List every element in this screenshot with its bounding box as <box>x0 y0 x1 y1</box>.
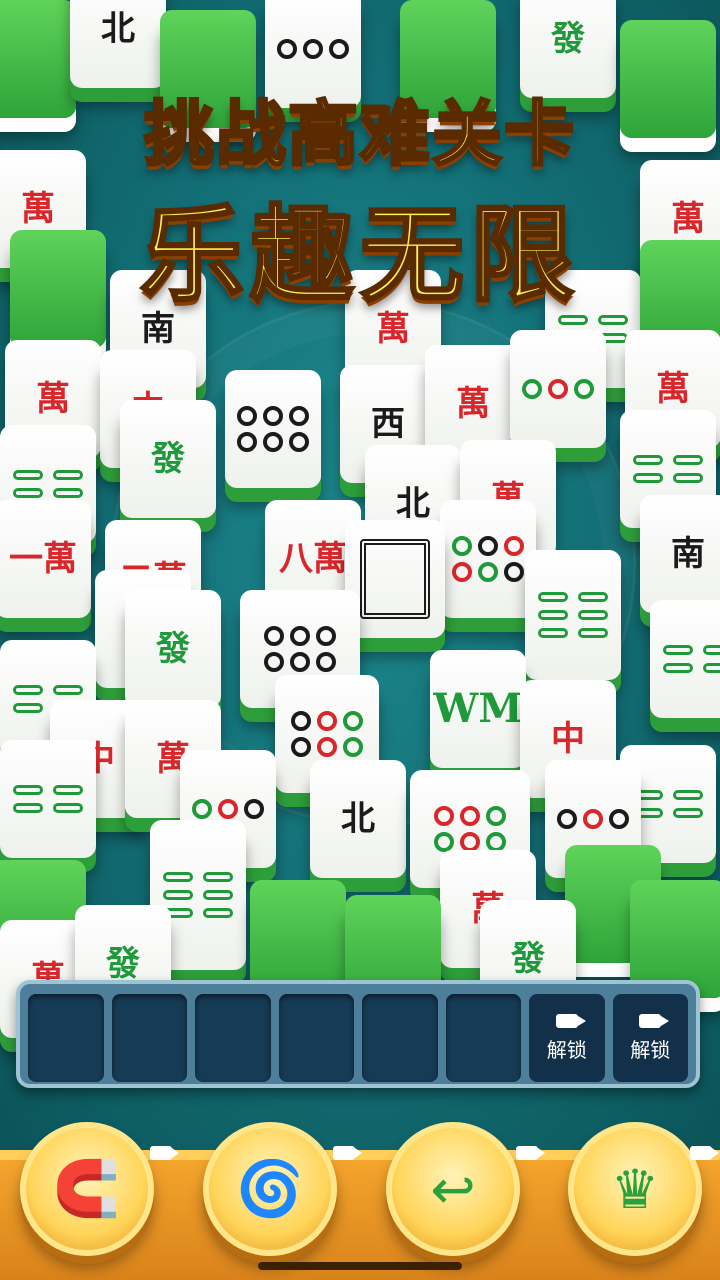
unlock-slot-button[interactable]: 解锁 <box>529 994 605 1082</box>
pinwheel-icon: 🌀 <box>236 1157 304 1220</box>
tile[interactable]: 北 <box>70 0 166 88</box>
tile-glyph: 萬 <box>456 384 490 424</box>
undo-powerup-button[interactable]: ↩ <box>386 1122 520 1256</box>
tile-glyph: 一萬 <box>9 539 77 579</box>
video-ad-icon <box>690 1146 719 1160</box>
tile[interactable]: 北 <box>310 760 406 878</box>
tile-glyph: 北 <box>101 9 135 49</box>
video-ad-icon <box>555 1013 586 1028</box>
video-ad-icon <box>150 1146 179 1160</box>
tile[interactable] <box>510 330 606 448</box>
tile[interactable] <box>440 500 536 618</box>
tile[interactable]: WM <box>430 650 526 768</box>
tile-glyph: WM <box>433 685 523 732</box>
tile[interactable]: 南 <box>640 495 720 613</box>
tile-glyph: 發 <box>551 19 585 59</box>
shuffle-powerup-button[interactable]: 🌀 <box>203 1122 337 1256</box>
video-ad-icon <box>516 1146 545 1160</box>
undo-icon: ↩ <box>430 1157 476 1221</box>
unlock-label: 解锁 <box>546 1037 587 1062</box>
tray-slot[interactable] <box>195 994 271 1082</box>
tile-circles <box>557 809 629 829</box>
tile[interactable] <box>650 600 720 718</box>
headline-line1: 挑战高难关卡 <box>143 92 576 177</box>
tile-glyph: 八萬 <box>279 539 347 579</box>
video-ad-icon <box>333 1146 362 1160</box>
headline-line2: 乐趣无限 <box>138 193 580 318</box>
tile-glyph: 發 <box>151 439 185 479</box>
tile[interactable]: 發 <box>120 400 216 518</box>
unlock-slot-button[interactable]: 解锁 <box>612 994 688 1082</box>
tile-circles <box>192 799 264 819</box>
tile-bamboo <box>163 872 233 918</box>
tile-glyph: 萬 <box>36 379 70 419</box>
tray-slot[interactable] <box>28 994 104 1082</box>
tile-glyph: 中 <box>551 719 585 759</box>
crown-tiles-icon: ♛ <box>610 1157 660 1221</box>
tile-glyph: 西 <box>371 404 405 444</box>
tile[interactable] <box>0 740 96 858</box>
tile[interactable]: 一萬 <box>0 500 91 618</box>
tile-circles <box>452 536 524 582</box>
tile-circles <box>264 626 336 672</box>
tray-slot[interactable] <box>111 994 187 1082</box>
tile[interactable]: 發 <box>125 590 221 708</box>
tile-white-dragon <box>360 539 430 619</box>
tile-bamboo <box>13 785 83 813</box>
tile-circles <box>434 806 506 852</box>
tile-circles <box>277 39 349 59</box>
tile-bamboo <box>633 455 703 483</box>
tray-slot[interactable] <box>445 994 521 1082</box>
tile-glyph: 北 <box>396 484 430 524</box>
restore-powerup-button[interactable]: ♛ <box>568 1122 702 1256</box>
tile-circles <box>522 379 594 399</box>
tile-bamboo <box>663 645 720 673</box>
tile-tray: 解锁 解锁 <box>16 980 700 1088</box>
tile-glyph: 南 <box>671 534 705 574</box>
tile-bamboo <box>13 470 83 498</box>
magnet-powerup-button[interactable]: 🧲 <box>20 1122 154 1256</box>
tile[interactable] <box>525 550 621 680</box>
tray-slot[interactable] <box>278 994 354 1082</box>
home-indicator <box>258 1262 462 1270</box>
video-ad-icon <box>639 1013 670 1028</box>
tile-glyph: 北 <box>341 799 375 839</box>
unlock-label: 解锁 <box>630 1037 671 1062</box>
tile-circles <box>291 711 363 757</box>
tile[interactable] <box>345 520 445 638</box>
magnet-icon: 🧲 <box>53 1157 121 1220</box>
tile-glyph: 發 <box>156 629 190 669</box>
tile-glyph: 發 <box>106 944 140 984</box>
tile-glyph: 萬 <box>656 369 690 409</box>
tray-slot[interactable] <box>362 994 438 1082</box>
tile-bamboo <box>538 592 608 638</box>
tile-glyph: 發 <box>511 939 545 979</box>
tile-circles <box>237 406 309 452</box>
tile-bamboo <box>633 790 703 818</box>
tile[interactable] <box>225 370 321 488</box>
